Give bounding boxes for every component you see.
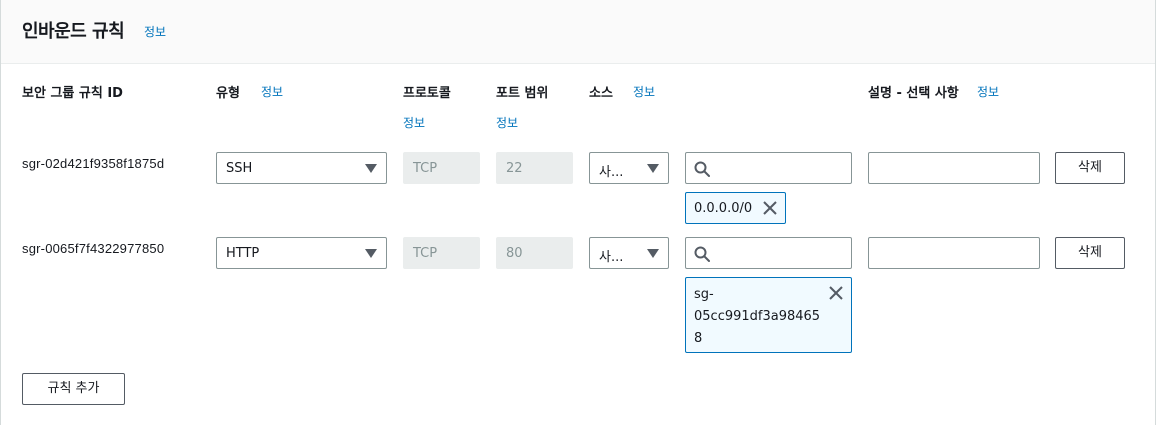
column-header-rule-id: 보안 그룹 규칙 ID <box>22 86 123 101</box>
type-select[interactable]: HTTP <box>216 237 387 269</box>
protocol-info-link[interactable]: 정보 <box>403 114 425 131</box>
close-icon[interactable] <box>762 200 778 216</box>
inbound-rules-panel: 인바운드 규칙 정보 보안 그룹 규칙 ID 유형 정보 프로토콜 정보 포트 … <box>0 0 1156 425</box>
caret-down-icon <box>365 164 377 173</box>
port-range-field: 22 <box>496 152 573 184</box>
column-header-port-range: 포트 범위 <box>496 86 549 101</box>
type-select-value: SSH <box>226 161 253 176</box>
source-type-value: 사... <box>599 250 624 265</box>
caret-down-icon <box>647 249 659 258</box>
column-header-source: 소스 <box>589 86 613 101</box>
panel-title: 인바운드 규칙 <box>22 21 125 42</box>
description-info-link[interactable]: 정보 <box>977 83 999 100</box>
column-header-type: 유형 <box>216 86 240 101</box>
type-info-link[interactable]: 정보 <box>261 83 283 100</box>
protocol-field: TCP <box>403 237 480 269</box>
close-icon[interactable] <box>828 285 844 301</box>
search-icon <box>694 161 710 177</box>
source-type-select[interactable]: 사... <box>589 237 669 269</box>
source-token-value: 0.0.0.0/0 <box>694 201 753 216</box>
type-select[interactable]: SSH <box>216 152 387 184</box>
source-token: sg- 05cc991df3a98465 8 <box>685 277 852 353</box>
add-rule-button[interactable]: 규칙 추가 <box>22 373 125 405</box>
rule-id: sgr-0065f7f4322977850 <box>22 241 165 256</box>
delete-button[interactable]: 삭제 <box>1055 237 1125 269</box>
caret-down-icon <box>647 164 659 173</box>
delete-button[interactable]: 삭제 <box>1055 152 1125 184</box>
column-header-description: 설명 - 선택 사항 <box>868 86 959 101</box>
caret-down-icon <box>365 249 377 258</box>
source-token: 0.0.0.0/0 <box>685 192 786 224</box>
panel-header: 인바운드 규칙 정보 <box>1 0 1155 64</box>
source-search-input[interactable] <box>685 237 852 269</box>
description-input[interactable] <box>868 237 1040 269</box>
protocol-field: TCP <box>403 152 480 184</box>
source-info-link[interactable]: 정보 <box>633 83 655 100</box>
source-token-line: 05cc991df3a98465 <box>694 309 821 324</box>
column-header-protocol: 프로토콜 <box>403 86 451 101</box>
source-token-line: 8 <box>694 331 703 346</box>
search-icon <box>694 246 710 262</box>
rule-id: sgr-02d421f9358f1875d <box>22 156 165 171</box>
source-token-line: sg- <box>694 287 714 302</box>
port-range-field: 80 <box>496 237 573 269</box>
port-info-link[interactable]: 정보 <box>496 114 518 131</box>
header-info-link[interactable]: 정보 <box>144 23 166 40</box>
source-type-select[interactable]: 사... <box>589 152 669 184</box>
type-select-value: HTTP <box>226 246 260 261</box>
source-search-input[interactable] <box>685 152 852 184</box>
source-type-value: 사... <box>599 165 624 180</box>
description-input[interactable] <box>868 152 1040 184</box>
